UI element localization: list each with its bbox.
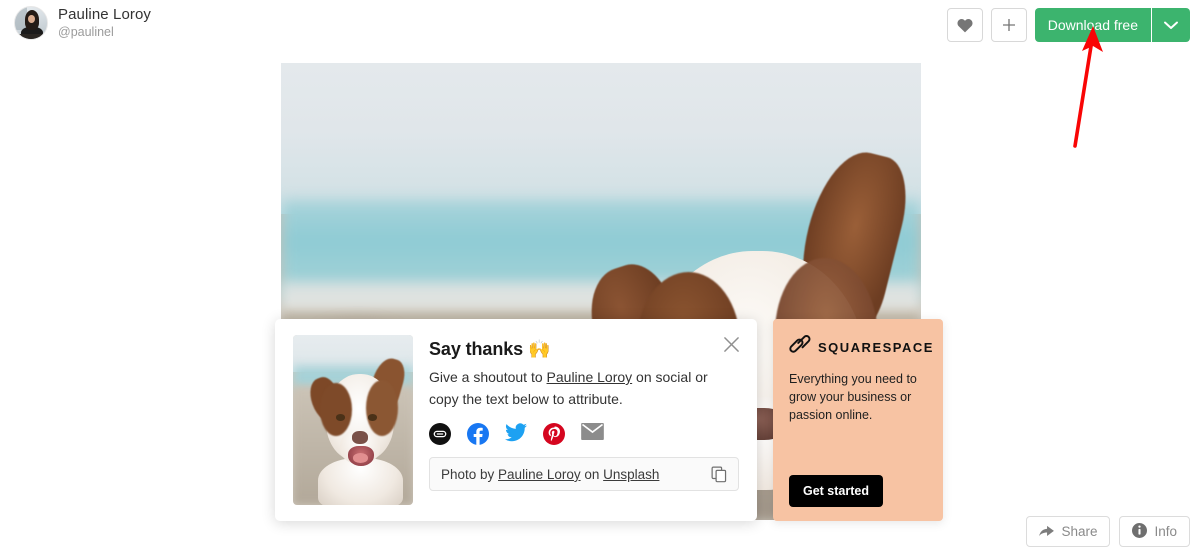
unsplash-photo-page: Pauline Loroy @paulinel Download free Sa… <box>0 0 1201 558</box>
attribution-author-link[interactable]: Pauline Loroy <box>498 467 581 482</box>
modal-description: Give a shoutout to Pauline Loroy on soci… <box>429 367 729 410</box>
email-icon[interactable] <box>581 423 604 445</box>
link-icon[interactable] <box>429 423 451 446</box>
squarespace-wordmark: SQUARESPACE <box>818 339 934 355</box>
author-link[interactable]: Pauline Loroy <box>547 369 633 385</box>
social-share-row <box>429 423 739 446</box>
heart-icon <box>957 18 973 33</box>
attribution-text: Photo by Pauline Loroy on Unsplash <box>441 467 709 482</box>
close-icon <box>723 336 740 358</box>
avatar-desk <box>15 33 47 39</box>
like-button[interactable] <box>946 8 983 42</box>
corner-actions: Share Info <box>1026 516 1190 547</box>
thumb-dog-left-patch <box>319 382 353 437</box>
author-name: Pauline Loroy <box>58 6 152 24</box>
plus-icon <box>1001 17 1017 33</box>
get-started-button[interactable]: Get started <box>789 475 883 507</box>
modal-title: Say thanks 🙌 <box>429 339 551 359</box>
chevron-down-icon <box>1164 18 1178 33</box>
share-arrow-icon <box>1039 524 1055 540</box>
attribution-prefix: Photo by <box>441 466 499 482</box>
info-label: Info <box>1154 524 1177 539</box>
thumb-dog <box>304 349 411 505</box>
attribution-source-link[interactable]: Unsplash <box>603 467 659 482</box>
share-button[interactable]: Share <box>1026 516 1111 547</box>
squarespace-ad[interactable]: SQUARESPACE Everything you need to grow … <box>773 319 943 521</box>
thumb-dog-left-eye <box>336 414 346 421</box>
photo-thumbnail <box>293 335 413 505</box>
header-actions: Download free <box>946 8 1190 42</box>
info-button[interactable]: Info <box>1119 516 1190 547</box>
squarespace-brand: SQUARESPACE <box>789 335 932 359</box>
avatar[interactable] <box>14 6 48 40</box>
download-free-button[interactable]: Download free <box>1034 8 1151 42</box>
attribution-field[interactable]: Photo by Pauline Loroy on Unsplash <box>429 457 739 492</box>
thumb-dog-nose <box>352 431 369 444</box>
download-options-button[interactable] <box>1152 8 1190 42</box>
info-circle-icon <box>1132 522 1148 541</box>
copy-icon[interactable] <box>709 464 729 484</box>
add-to-collection-button[interactable] <box>990 8 1027 42</box>
squarespace-copy: Everything you need to grow your busines… <box>789 372 917 422</box>
attribution-middle: on <box>580 466 604 482</box>
say-thanks-modal: Say thanks 🙌 Give a shoutout to Pauline … <box>275 319 757 521</box>
twitter-icon[interactable] <box>505 423 527 445</box>
page-header: Pauline Loroy @paulinel Download free <box>0 0 1201 51</box>
author-block[interactable]: Pauline Loroy @paulinel <box>14 6 151 40</box>
thumb-dog-tongue <box>353 453 369 463</box>
close-button[interactable] <box>719 335 743 359</box>
pinterest-icon[interactable] <box>543 423 565 446</box>
squarespace-logo-icon <box>789 335 811 359</box>
download-button-group: Download free <box>1034 8 1190 42</box>
share-label: Share <box>1061 524 1098 539</box>
modal-desc-part1: Give a shoutout to <box>429 369 547 385</box>
modal-body: Say thanks 🙌 Give a shoutout to Pauline … <box>429 335 739 505</box>
author-text: Pauline Loroy @paulinel <box>58 6 151 40</box>
facebook-icon[interactable] <box>467 423 489 446</box>
author-handle: @paulinel <box>58 25 114 40</box>
thumb-dog-right-eye <box>368 414 378 421</box>
